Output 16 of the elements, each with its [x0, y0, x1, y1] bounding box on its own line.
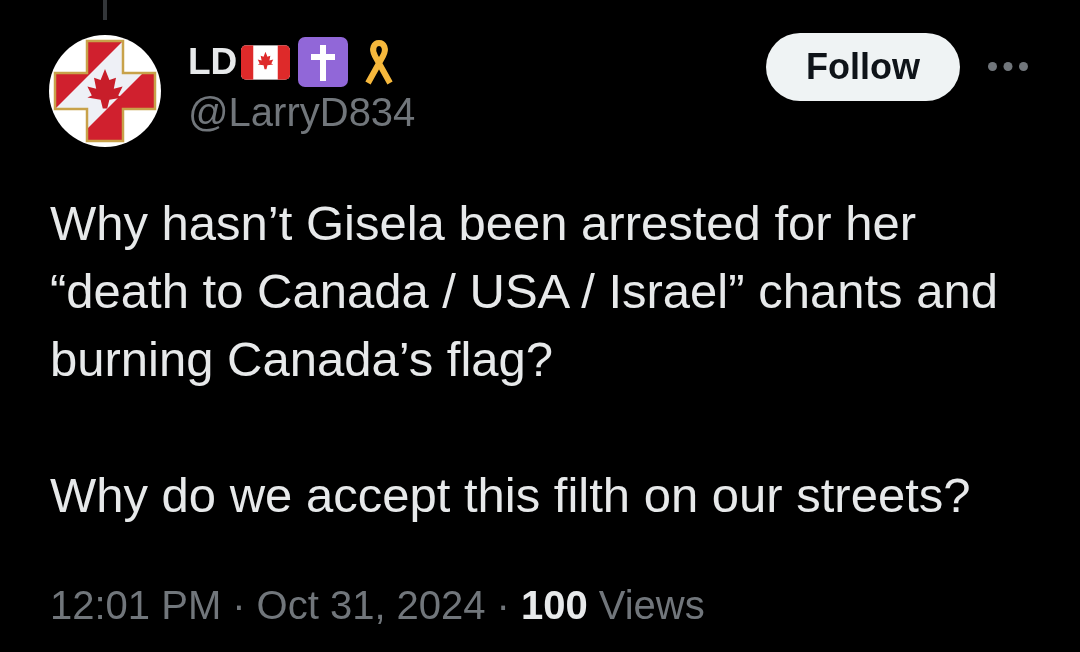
post-text: Why do we accept this filth on our streets? — [50, 467, 972, 524]
post-text: Why hasn’t Gisela been arrested for her “death to Canada / USA / Israel” chants and burning Canada’s flag? — [50, 195, 999, 388]
separator-dot: · — [496, 582, 510, 629]
ribbon-icon — [364, 39, 395, 85]
more-button[interactable] — [988, 62, 1028, 71]
post-time[interactable]: 12:01 PM — [50, 580, 222, 630]
separator-dot: · — [232, 582, 246, 629]
cross-icon — [298, 37, 349, 87]
post-date[interactable]: Oct 31, 2024 — [256, 580, 486, 630]
views-label: Views — [598, 582, 705, 629]
view-count: 100 — [520, 582, 588, 629]
canada-flag-icon — [241, 44, 291, 80]
display-name[interactable]: LD — [188, 37, 238, 87]
more-icon — [988, 62, 1028, 71]
follow-button[interactable]: Follow — [766, 33, 960, 101]
user-handle[interactable]: @LarryD834 — [188, 87, 766, 137]
